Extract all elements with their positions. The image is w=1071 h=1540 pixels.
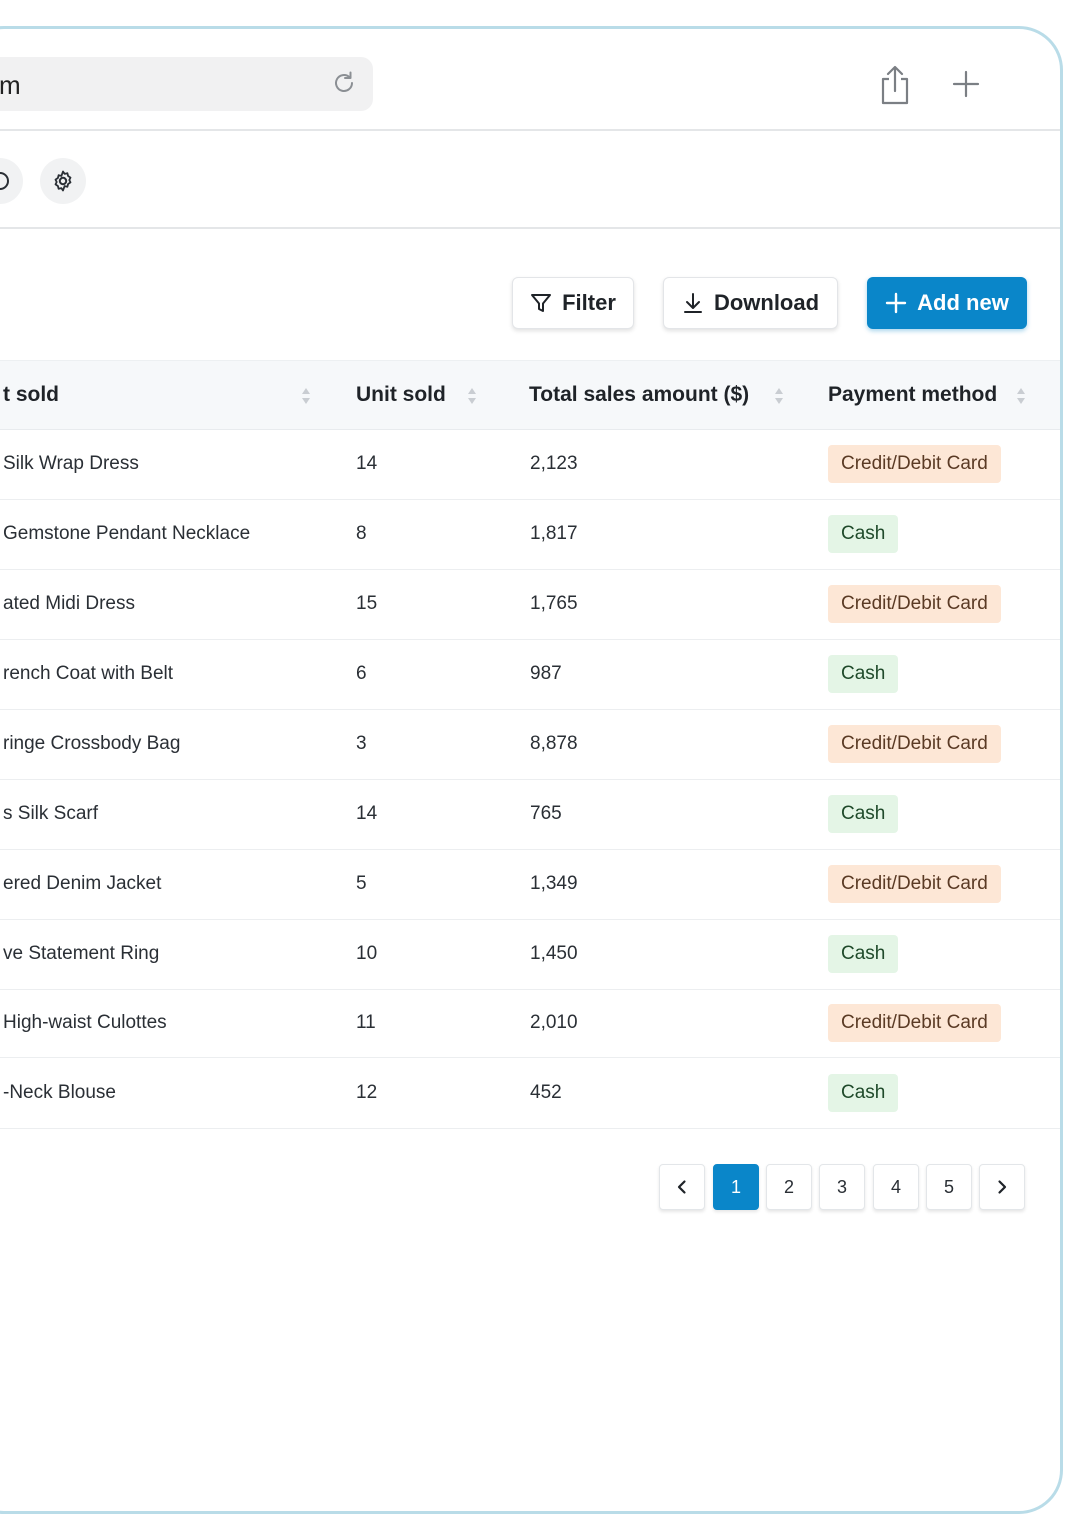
page-3-button[interactable]: 3 [819,1164,865,1210]
prev-page-button[interactable] [659,1164,705,1210]
unit-sold: 5 [356,873,367,894]
total-sales: 8,878 [530,733,578,754]
column-header-product-sold[interactable]: t sold [3,383,59,407]
total-sales: 1,349 [530,873,578,894]
product-name: ated Midi Dress [3,593,135,614]
payment-badge: Credit/Debit Card [828,585,1001,623]
download-label: Download [713,290,820,315]
product-name: -Neck Blouse [3,1082,116,1103]
product-name: ringe Crossbody Bag [3,733,181,754]
table-row[interactable]: ered Denim Jacket 5 1,349 Credit/Debit C… [0,849,1060,920]
total-sales: 2,010 [530,1012,578,1033]
reload-icon[interactable] [330,69,358,97]
chevron-left-icon [677,1180,686,1194]
gear-icon [54,170,72,192]
table-row[interactable]: ringe Crossbody Bag 3 8,878 Credit/Debit… [0,709,1060,780]
plus-icon [885,292,907,314]
column-header-unit-sold[interactable]: Unit sold [356,383,446,407]
sort-icon[interactable] [301,385,311,407]
sort-icon[interactable] [774,385,784,407]
pagination: 1 2 3 4 5 [659,1164,1029,1212]
circle-icon-button[interactable] [0,158,23,204]
product-name: High-waist Culottes [3,1012,167,1033]
page-4-button[interactable]: 4 [873,1164,919,1210]
unit-sold: 10 [356,943,378,964]
table-row[interactable]: rench Coat with Belt 6 987 Cash [0,639,1060,710]
page-5-button[interactable]: 5 [926,1164,972,1210]
table-header: t sold Unit sold Total sales amount ($) … [0,360,1060,430]
device-frame: m Filter Download Add new t sold Unit so… [0,26,1063,1514]
unit-sold: 12 [356,1082,378,1103]
product-name: s Silk Scarf [3,803,99,824]
total-sales: 452 [530,1082,562,1103]
column-header-total-sales[interactable]: Total sales amount ($) [529,383,749,407]
share-icon[interactable] [878,65,912,105]
product-name: rench Coat with Belt [3,663,174,684]
next-page-button[interactable] [979,1164,1025,1210]
product-name: Silk Wrap Dress [3,453,139,474]
total-sales: 1,765 [530,593,578,614]
total-sales: 987 [530,663,562,684]
column-header-payment-method[interactable]: Payment method [828,383,997,407]
address-text[interactable]: m [0,70,21,101]
payment-badge: Cash [828,935,899,973]
payment-badge: Cash [828,795,899,833]
unit-sold: 6 [356,663,367,684]
unit-sold: 14 [356,803,378,824]
payment-badge: Credit/Debit Card [828,1004,1001,1042]
total-sales: 2,123 [530,453,578,474]
browser-bar: m [0,29,1060,131]
sort-icon[interactable] [1016,385,1026,407]
unit-sold: 14 [356,453,378,474]
settings-button[interactable] [40,158,86,204]
table-row[interactable]: High-waist Culottes 11 2,010 Credit/Debi… [0,989,1060,1058]
payment-badge: Credit/Debit Card [828,725,1001,763]
product-name: ve Statement Ring [3,943,160,964]
download-button[interactable]: Download [663,277,838,329]
table-row[interactable]: s Silk Scarf 14 765 Cash [0,779,1060,850]
payment-badge: Cash [828,515,899,553]
filter-label: Filter [562,290,616,315]
address-bar[interactable]: m [0,57,373,111]
payment-badge: Credit/Debit Card [828,865,1001,903]
total-sales: 1,450 [530,943,578,964]
app-toolbar [0,131,1060,229]
table-row[interactable]: -Neck Blouse 12 452 Cash [0,1058,1060,1129]
payment-badge: Credit/Debit Card [828,445,1001,483]
unit-sold: 11 [356,1012,376,1033]
table-row[interactable]: ated Midi Dress 15 1,765 Credit/Debit Ca… [0,569,1060,640]
circle-icon [0,172,9,190]
add-new-button[interactable]: Add new [867,277,1027,329]
total-sales: 765 [530,803,562,824]
sort-icon[interactable] [467,385,477,407]
page-1-button[interactable]: 1 [713,1164,759,1210]
filter-button[interactable]: Filter [512,277,634,329]
unit-sold: 8 [356,523,367,544]
unit-sold: 15 [356,593,378,614]
product-name: ered Denim Jacket [3,873,162,894]
download-icon [683,293,702,313]
table-row[interactable]: Silk Wrap Dress 14 2,123 Credit/Debit Ca… [0,429,1060,500]
total-sales: 1,817 [530,523,578,544]
unit-sold: 3 [356,733,367,754]
table-row[interactable]: ve Statement Ring 10 1,450 Cash [0,919,1060,990]
add-new-label: Add new [917,290,1009,315]
payment-badge: Cash [828,655,899,693]
filter-icon [531,294,552,312]
payment-badge: Cash [828,1074,899,1112]
page-2-button[interactable]: 2 [766,1164,812,1210]
plus-icon[interactable] [951,69,981,99]
chevron-right-icon [998,1180,1007,1194]
product-name: Gemstone Pendant Necklace [3,523,251,544]
table-row[interactable]: Gemstone Pendant Necklace 8 1,817 Cash [0,499,1060,570]
